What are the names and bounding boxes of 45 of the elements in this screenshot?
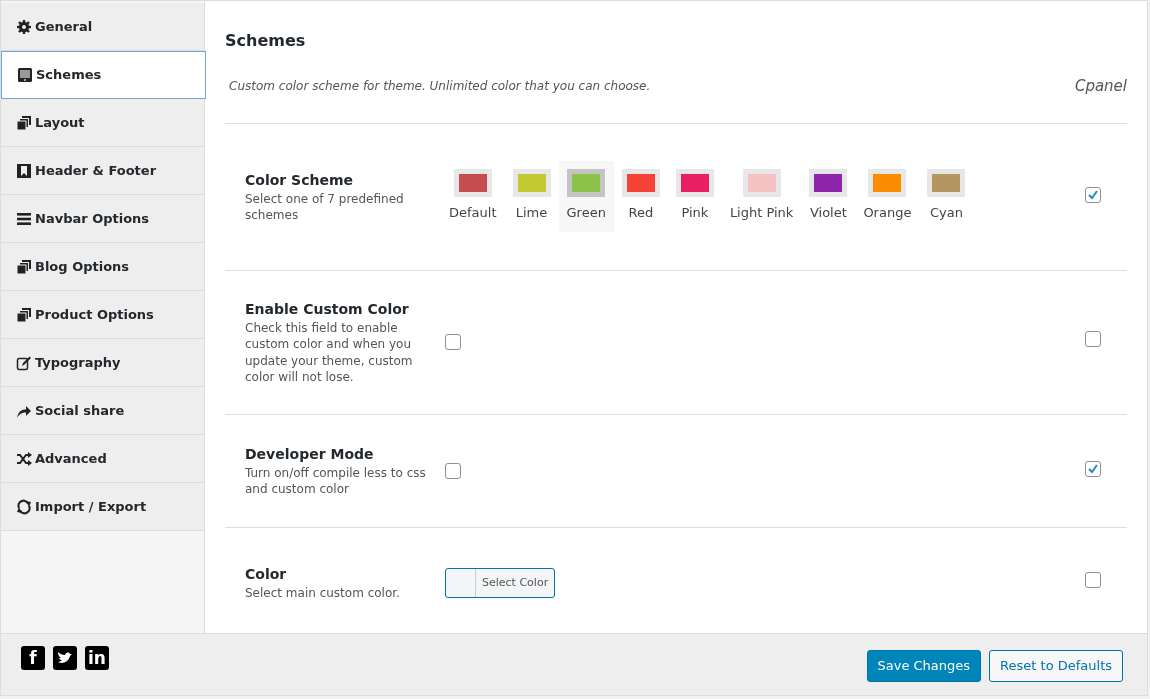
option-description: Check this field to enable custom color and when you update your theme, custom color will not lose. <box>245 320 414 385</box>
bookmark-icon <box>16 162 32 179</box>
sidebar-tab[interactable]: Layout <box>1 99 204 147</box>
option-title: Color Scheme <box>245 170 354 190</box>
sidebar-tab[interactable]: Product Options <box>1 291 204 339</box>
sidebar-tab[interactable]: Header & Footer <box>1 147 204 195</box>
sidebar-tab[interactable]: Typography <box>1 339 204 387</box>
stacked-pages-icon <box>16 114 32 131</box>
option-description: Select one of 7 predefined schemes <box>245 190 405 224</box>
monitor-icon <box>17 67 33 83</box>
sidebar-tab[interactable]: Social share <box>1 387 204 435</box>
sidebar-tab[interactable]: Import / Export <box>1 483 204 531</box>
sidebar-tab[interactable]: Navbar Options <box>1 195 204 243</box>
sidebar-tab[interactable]: General <box>1 3 204 51</box>
option-description: Select main custom color. <box>245 585 401 602</box>
checkbox[interactable] <box>1085 572 1101 589</box>
color-swatch[interactable]: Green <box>558 160 614 233</box>
color-picker-button[interactable]: Select Color <box>445 568 556 598</box>
edit-icon <box>16 354 32 371</box>
brand-label: Cpanel <box>1074 76 1127 97</box>
sidebar-tab[interactable]: Schemes <box>1 51 206 99</box>
reset-to-defaults-button[interactable]: Reset to Defaults <box>989 650 1123 682</box>
section-description: Custom color scheme for theme. Unlimited color that you can choose. <box>229 78 651 96</box>
checkbox[interactable] <box>1085 460 1101 477</box>
refresh-icon <box>16 498 32 515</box>
social-link[interactable]: in <box>85 646 109 670</box>
option-title: Color <box>245 565 288 585</box>
stacked-pages-icon <box>16 306 32 323</box>
gear-icon <box>16 18 32 35</box>
option-description: Turn on/off compile less to css and custom color <box>245 464 427 498</box>
bird-icon[interactable] <box>53 646 77 670</box>
checkbox[interactable] <box>1085 331 1101 348</box>
option-title: Developer Mode <box>245 444 375 464</box>
stacked-pages-icon <box>16 258 32 275</box>
save-changes-button[interactable]: Save Changes <box>866 650 982 682</box>
social-link[interactable]: f <box>21 646 45 670</box>
checkbox[interactable] <box>1085 186 1101 203</box>
menu-icon <box>16 210 32 227</box>
sidebar-tab[interactable]: Blog Options <box>1 243 204 291</box>
option-title: Enable Custom Color <box>245 300 410 320</box>
checkbox[interactable] <box>445 334 461 350</box>
checkbox[interactable] <box>445 462 461 479</box>
section-title: Schemes <box>225 30 307 52</box>
shuffle-icon <box>16 450 32 467</box>
sidebar-tab[interactable]: Advanced <box>1 435 204 483</box>
